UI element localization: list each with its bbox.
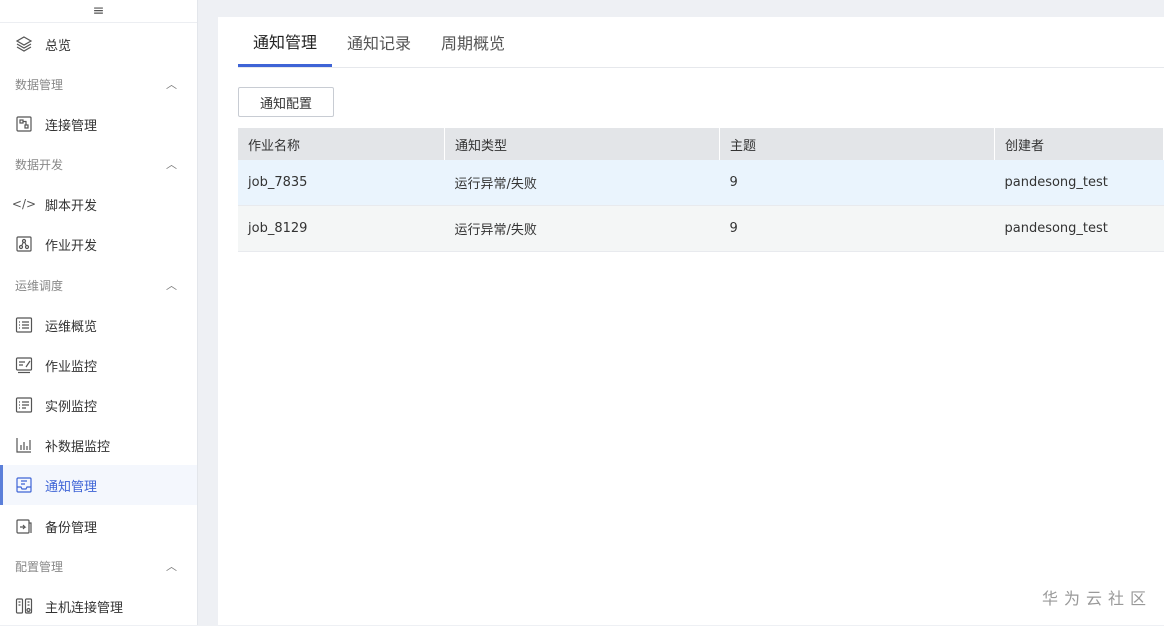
workflow-icon <box>15 235 33 253</box>
sidebar-item-job-dev[interactable]: 作业开发 <box>0 224 197 264</box>
sidebar-item-script-dev[interactable]: </> 脚本开发 <box>0 184 197 224</box>
group-label: 数据管理 <box>15 77 64 92</box>
sidebar-item-host-connection[interactable]: 主机连接管理 <box>0 586 197 626</box>
sidebar-item-label: 连接管理 <box>45 118 98 134</box>
group-label: 运维调度 <box>15 278 64 293</box>
chevron-up-icon: ︿ <box>166 158 177 171</box>
cell-creator: pandesong_test <box>994 205 1164 252</box>
connection-icon <box>15 115 33 133</box>
sidebar-item-label: 主机连接管理 <box>45 600 124 616</box>
notification-config-button[interactable]: 通知配置 <box>238 87 334 117</box>
instance-list-icon <box>15 396 33 414</box>
group-label: 数据开发 <box>15 157 64 172</box>
sidebar-item-label: 脚本开发 <box>45 198 98 214</box>
sidebar-item-label: 总览 <box>45 38 72 54</box>
sidebar-group-data-dev[interactable]: 数据开发 ︿ <box>0 144 197 184</box>
backup-icon <box>15 517 33 535</box>
sidebar-item-label: 通知管理 <box>45 479 98 495</box>
sidebar-item-ops-overview[interactable]: 运维概览 <box>0 305 197 345</box>
column-header-creator[interactable]: 创建者 <box>994 128 1164 160</box>
sidebar-item-overview[interactable]: 总览 <box>0 24 197 64</box>
tab-bar: 通知管理 通知记录 周期概览 <box>238 17 1164 68</box>
sidebar: ≡ 总览 数据管理 ︿ 连接管理 数据开发 ︿ </> 脚本开发 作业开发 运维… <box>0 0 198 625</box>
collapse-menu-icon[interactable]: ≡ <box>0 0 197 23</box>
host-icon <box>15 597 33 615</box>
cell-notify-type: 运行异常/失败 <box>444 205 720 252</box>
inbox-icon <box>15 476 33 494</box>
sidebar-item-label: 作业开发 <box>45 238 98 254</box>
chevron-up-icon: ︿ <box>166 560 177 573</box>
sidebar-item-label: 备份管理 <box>45 520 98 536</box>
sidebar-item-job-monitor[interactable]: 作业监控 <box>0 345 197 385</box>
sidebar-item-backfill-monitor[interactable]: 补数据监控 <box>0 425 197 465</box>
group-label: 配置管理 <box>15 559 64 574</box>
sidebar-item-notification[interactable]: 通知管理 <box>0 465 197 505</box>
cell-job-name: job_7835 <box>238 160 445 206</box>
sidebar-item-label: 作业监控 <box>45 359 98 375</box>
sidebar-item-label: 补数据监控 <box>45 439 111 455</box>
bar-chart-icon <box>15 436 33 454</box>
code-icon: </> <box>11 197 37 211</box>
sidebar-item-backup[interactable]: 备份管理 <box>0 506 197 546</box>
column-header-notify-type[interactable]: 通知类型 <box>444 128 720 160</box>
watermark: 华为云社区 <box>1041 589 1152 608</box>
table-row[interactable]: job_7835 运行异常/失败 9 pandesong_test <box>238 160 1164 206</box>
sidebar-item-label: 实例监控 <box>45 399 98 415</box>
tab-notification-records[interactable]: 通知记录 <box>332 17 426 67</box>
sidebar-item-label: 运维概览 <box>45 319 98 335</box>
cell-subject: 9 <box>719 205 995 252</box>
cell-job-name: job_8129 <box>238 205 445 252</box>
table-header-row: 作业名称 通知类型 主题 创建者 <box>238 128 1164 160</box>
sidebar-group-ops[interactable]: 运维调度 ︿ <box>0 265 197 305</box>
list-icon <box>15 316 33 334</box>
sidebar-item-connection[interactable]: 连接管理 <box>0 104 197 144</box>
chevron-up-icon: ︿ <box>166 78 177 91</box>
chevron-up-icon: ︿ <box>166 279 177 292</box>
column-header-subject[interactable]: 主题 <box>719 128 995 160</box>
main-panel: 通知管理 通知记录 周期概览 通知配置 作业名称 通知类型 主题 创建者 job… <box>218 17 1164 625</box>
sidebar-group-data-management[interactable]: 数据管理 ︿ <box>0 64 197 104</box>
edit-monitor-icon <box>15 356 33 374</box>
table-row[interactable]: job_8129 运行异常/失败 9 pandesong_test <box>238 205 1164 252</box>
sidebar-group-config[interactable]: 配置管理 ︿ <box>0 546 197 586</box>
layers-icon <box>15 35 33 53</box>
tab-notification-management[interactable]: 通知管理 <box>238 17 333 67</box>
column-header-job-name[interactable]: 作业名称 <box>238 128 445 160</box>
tab-cycle-overview[interactable]: 周期概览 <box>426 17 520 67</box>
notification-table: 作业名称 通知类型 主题 创建者 job_7835 运行异常/失败 9 pand… <box>238 128 1164 252</box>
cell-subject: 9 <box>719 160 995 206</box>
cell-notify-type: 运行异常/失败 <box>444 160 720 206</box>
sidebar-item-instance-monitor[interactable]: 实例监控 <box>0 385 197 425</box>
cell-creator: pandesong_test <box>994 160 1164 206</box>
